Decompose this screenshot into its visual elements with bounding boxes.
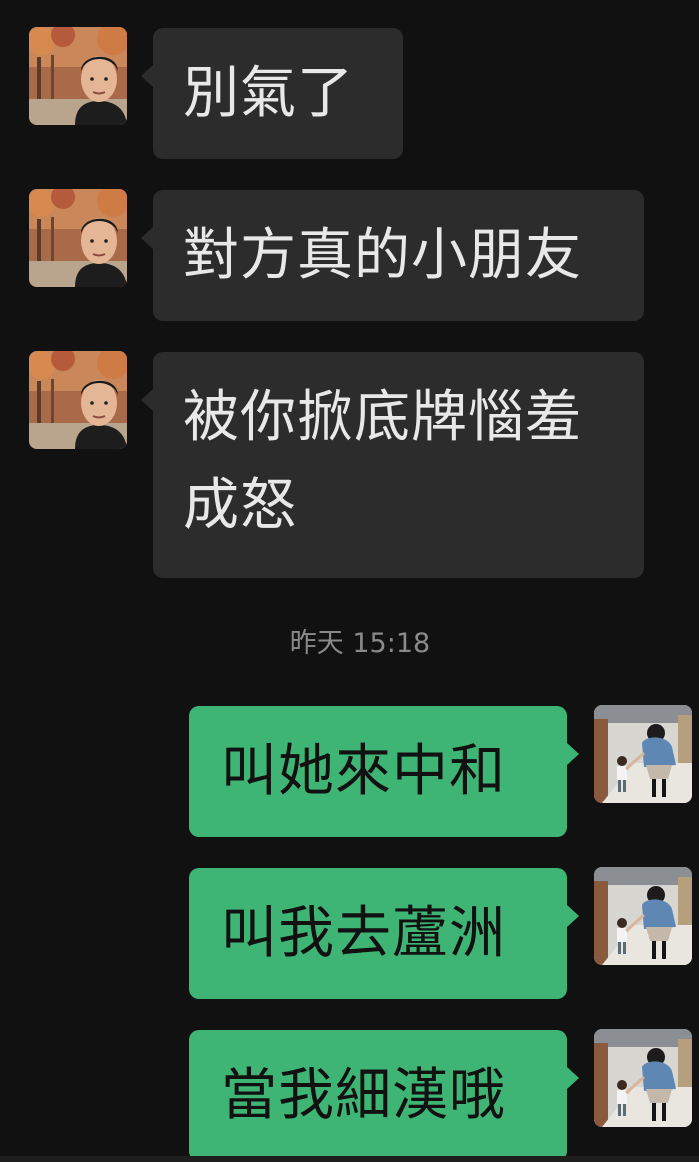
contact-avatar[interactable] [29,27,127,125]
outgoing-message-bubble[interactable]: 叫我去蘆洲 [189,868,567,999]
bubble-tail [567,743,579,765]
contact-avatar[interactable] [29,351,127,449]
incoming-message-bubble[interactable]: 對方真的小朋友 [153,190,644,321]
mother-child-photo-avatar [594,867,692,965]
incoming-message-bubble[interactable]: 被你掀底牌惱羞成怒 [153,352,644,578]
man-autumn-photo-avatar [29,351,127,449]
man-autumn-photo-avatar [29,27,127,125]
chat-message-list[interactable]: 別氣了 對方真的小朋友 被你掀底牌惱羞成怒 昨天 15:18 叫她來中和 叫我去… [0,0,699,1162]
incoming-message-bubble[interactable]: 別氣了 [153,28,403,159]
message-timestamp: 昨天 15:18 [289,628,431,659]
bubble-tail [141,65,153,87]
outgoing-message-bubble[interactable]: 當我細漢哦 [189,1030,567,1161]
my-avatar[interactable] [594,867,692,965]
chat-bottom-divider [0,1156,699,1162]
outgoing-message-bubble[interactable]: 叫她來中和 [189,706,567,837]
bubble-tail [141,389,153,411]
bubble-tail [567,905,579,927]
my-avatar[interactable] [594,1029,692,1127]
my-avatar[interactable] [594,705,692,803]
mother-child-photo-avatar [594,705,692,803]
man-autumn-photo-avatar [29,189,127,287]
contact-avatar[interactable] [29,189,127,287]
bubble-tail [141,227,153,249]
bubble-tail [567,1067,579,1089]
mother-child-photo-avatar [594,1029,692,1127]
